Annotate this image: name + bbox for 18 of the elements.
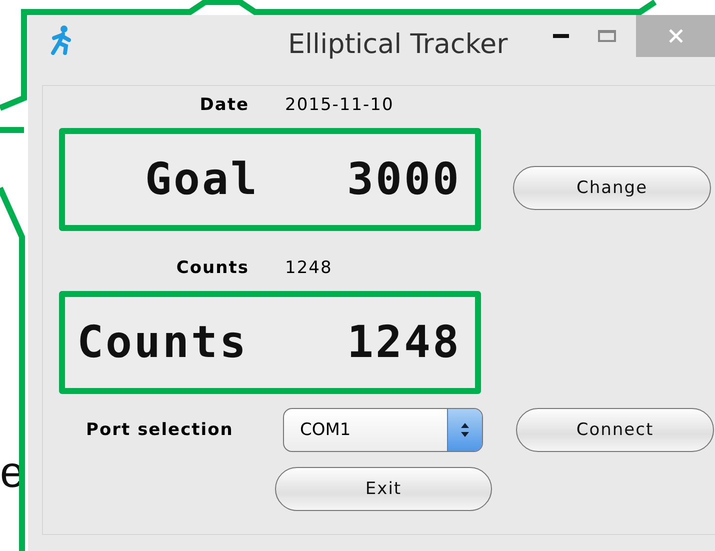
goal-label: Goal bbox=[145, 154, 259, 205]
close-icon bbox=[668, 28, 684, 44]
counts-display-value: 1248 bbox=[347, 317, 461, 368]
port-dropdown[interactable]: COM1 bbox=[283, 408, 483, 452]
change-button[interactable]: Change bbox=[513, 166, 711, 210]
counts-display-label: Counts bbox=[77, 317, 248, 368]
counts-value: 1248 bbox=[285, 258, 332, 278]
runner-icon bbox=[50, 25, 72, 55]
date-label: Date bbox=[198, 95, 249, 115]
window-title: Elliptical Tracker bbox=[288, 29, 509, 60]
counts-label: Counts bbox=[175, 258, 249, 278]
spinner-arrows-icon bbox=[447, 409, 482, 451]
date-value: 2015-11-10 bbox=[285, 95, 394, 115]
port-label: Port selection bbox=[86, 420, 234, 440]
goal-value: 3000 bbox=[347, 154, 461, 205]
connect-button[interactable]: Connect bbox=[516, 408, 714, 452]
close-button[interactable] bbox=[636, 15, 715, 57]
exit-button[interactable]: Exit bbox=[275, 467, 492, 511]
